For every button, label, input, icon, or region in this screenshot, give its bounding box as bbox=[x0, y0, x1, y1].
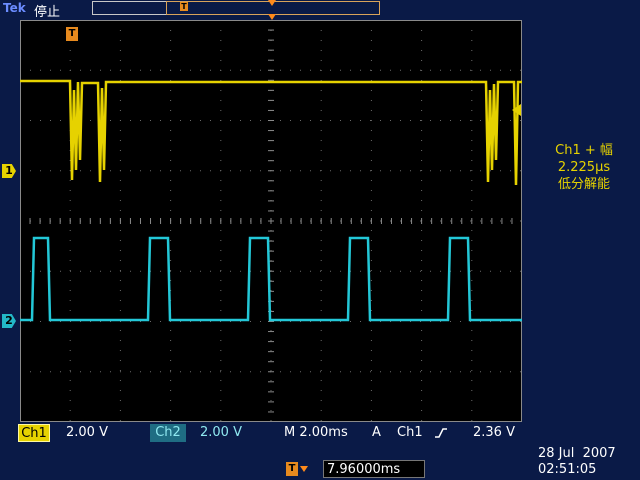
trigger-delay-icon: T bbox=[286, 462, 298, 476]
ch2-ground-marker-icon[interactable]: 2 bbox=[2, 314, 16, 328]
waveform-graticule bbox=[20, 20, 522, 422]
trigger-mode: A bbox=[372, 425, 381, 440]
delay-value[interactable]: 7.96000ms bbox=[323, 460, 425, 478]
ch1-label[interactable]: Ch1 bbox=[18, 424, 50, 442]
top-status-bar: Tek 停止 T bbox=[0, 0, 640, 20]
brand-logo: Tek bbox=[3, 1, 26, 15]
channel-readout-bar: Ch1 2.00 V Ch2 2.00 V M 2.00ms A Ch1 2.3… bbox=[18, 424, 522, 442]
measurement-value: 2.225µs bbox=[557, 160, 611, 175]
measurement-title: Ch1 + 幅 bbox=[555, 143, 613, 158]
ch1-scale: 2.00 V bbox=[66, 425, 108, 440]
ch1-ground-marker-icon[interactable]: 1 bbox=[2, 164, 16, 178]
trigger-point-top-icon bbox=[268, 0, 276, 6]
rising-edge-icon bbox=[435, 428, 447, 438]
time: 02:51:05 bbox=[538, 462, 597, 477]
measurement-mode: 低分解能 bbox=[557, 177, 610, 192]
trigger-level-marker-icon[interactable] bbox=[512, 104, 521, 116]
date: 28 Jul 2007 bbox=[538, 446, 616, 461]
trigger-time-marker-icon: T bbox=[66, 27, 78, 41]
ch2-label[interactable]: Ch2 bbox=[150, 424, 186, 442]
timebase-readout: M 2.00ms bbox=[284, 425, 348, 440]
ch2-scale: 2.00 V bbox=[200, 425, 242, 440]
date-time: 28 Jul 2007 02:51:05 bbox=[538, 446, 616, 478]
acquisition-status: 停止 bbox=[34, 5, 61, 20]
measurement-panel: Ch1 + 幅 2.225µs 低分解能 bbox=[534, 142, 634, 193]
ch1-waveform bbox=[20, 79, 522, 186]
trigger-position-marker-icon: T bbox=[180, 2, 188, 11]
trigger-source: Ch1 bbox=[397, 425, 423, 440]
trigger-level-readout: 2.36 V bbox=[473, 425, 515, 440]
delay-arrow-icon bbox=[300, 466, 308, 472]
waveform-display[interactable] bbox=[20, 20, 522, 422]
